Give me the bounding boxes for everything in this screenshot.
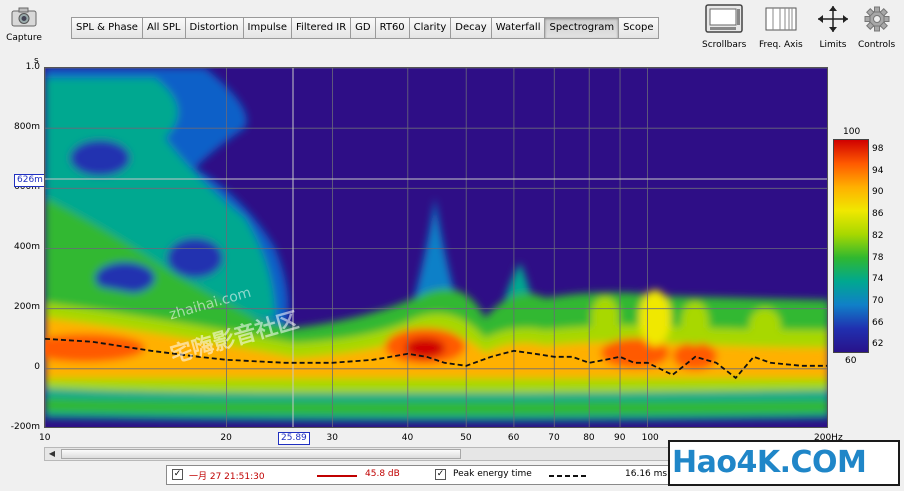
colorbar-tick-label: 74 — [872, 274, 884, 284]
y-tick-label: 800m — [14, 122, 40, 132]
controls-label: Controls — [858, 40, 896, 50]
y-tick-label: 1.0 — [25, 62, 40, 72]
x-tick-label: 90 — [614, 433, 626, 443]
scrollbar-thumb[interactable] — [61, 449, 461, 459]
capture-label: Capture — [6, 33, 42, 43]
series2-swatch — [549, 475, 589, 477]
controls-button[interactable]: Controls — [858, 4, 895, 50]
heat-blob — [639, 290, 671, 346]
y-tick-label: 400m — [14, 242, 40, 252]
watermark-logo-text: Hao4K.COM — [672, 445, 867, 480]
tab-spectrogram[interactable]: Spectrogram — [545, 18, 620, 38]
colorbar-tick-label: 98 — [872, 144, 884, 154]
spectrogram-canvas — [45, 68, 827, 427]
series2-label: Peak energy time — [453, 469, 532, 479]
peak-energy-checkbox[interactable]: ✓ — [435, 469, 446, 480]
freq-axis-button[interactable]: Freq. Axis — [759, 4, 803, 50]
colorbar-tick-label: 70 — [872, 296, 884, 306]
x-tick-label: 50 — [460, 433, 472, 443]
x-tick-label: 80 — [583, 433, 595, 443]
x-tick-label: 30 — [326, 433, 338, 443]
series1-value: 45.8 dB — [365, 469, 400, 479]
tab-spl-phase[interactable]: SPL & Phase — [72, 18, 143, 38]
heat-blob — [70, 140, 130, 176]
scrollbars-label: Scrollbars — [702, 40, 747, 50]
series1-swatch — [317, 475, 357, 477]
freq-axis-label: Freq. Axis — [759, 40, 803, 50]
limits-label: Limits — [819, 40, 847, 50]
x-tick-label: 100 — [641, 433, 659, 443]
colorbar-max-label: 100 — [843, 127, 861, 137]
y-tick-label: 0 — [34, 362, 40, 372]
x-tick-label: 40 — [401, 433, 414, 443]
series2-value: 16.16 ms — [625, 469, 668, 479]
cursor-time-readout: 626m — [14, 174, 46, 187]
colorbar-tick-label: 82 — [872, 231, 884, 241]
graph-tabs: SPL & Phase All SPL Distortion Impulse F… — [71, 17, 659, 39]
tab-impulse[interactable]: Impulse — [243, 18, 293, 38]
y-tick-label: 200m — [14, 302, 40, 312]
watermark-logo: Hao4K.COM — [668, 440, 900, 486]
heat-blob — [749, 308, 781, 344]
x-tick-label: 20 — [220, 433, 232, 443]
y-tick-label: -200m — [10, 422, 40, 432]
tab-scope[interactable]: Scope — [619, 18, 658, 38]
colorbar-tick-label: 86 — [872, 209, 884, 219]
colorbar — [833, 139, 869, 353]
spectrogram-plot[interactable] — [44, 67, 828, 428]
colorbar-tick-label: 66 — [872, 318, 884, 328]
colorbar-tick-label: 62 — [872, 339, 884, 349]
heat-blob — [681, 301, 709, 345]
tab-waterfall[interactable]: Waterfall — [491, 18, 546, 38]
scrollbars-icon — [705, 4, 743, 33]
tab-decay[interactable]: Decay — [451, 18, 492, 38]
scroll-left-icon[interactable]: ◀ — [45, 448, 59, 460]
tab-filtered-ir[interactable]: Filtered IR — [292, 18, 352, 38]
colorbar-tick-label: 94 — [872, 166, 884, 176]
x-tick-label: 60 — [507, 433, 520, 443]
colorbar-tick-label: 90 — [872, 187, 884, 197]
tab-gd[interactable]: GD — [351, 18, 376, 38]
capture-button[interactable]: Capture — [4, 6, 44, 43]
x-tick-label: 10 — [39, 433, 51, 443]
tab-rt60[interactable]: RT60 — [375, 18, 410, 38]
limits-icon — [818, 6, 848, 32]
scrollbars-button[interactable]: Scrollbars — [702, 4, 746, 50]
tab-all-spl[interactable]: All SPL — [142, 18, 186, 38]
series1-label: 一月 27 21:51:30 — [189, 472, 265, 482]
tab-clarity[interactable]: Clarity — [409, 18, 452, 38]
series1-checkbox[interactable]: ✓ — [172, 469, 183, 480]
limits-button[interactable]: Limits — [815, 4, 851, 50]
heat-blob — [167, 238, 223, 278]
cursor-frequency-readout: 25.89 — [278, 432, 310, 445]
gear-icon — [864, 6, 890, 32]
freq-axis-icon — [765, 7, 797, 31]
colorbar-tick-label: 78 — [872, 253, 884, 263]
x-tick-label: 70 — [548, 433, 560, 443]
colorbar-min-label: 60 — [845, 356, 857, 366]
heat-blob — [591, 296, 619, 340]
camera-icon — [11, 7, 37, 27]
legend-bar: ✓ 一月 27 21:51:30 45.8 dB ✓ Peak energy t… — [166, 465, 724, 485]
tab-distortion[interactable]: Distortion — [185, 18, 244, 38]
